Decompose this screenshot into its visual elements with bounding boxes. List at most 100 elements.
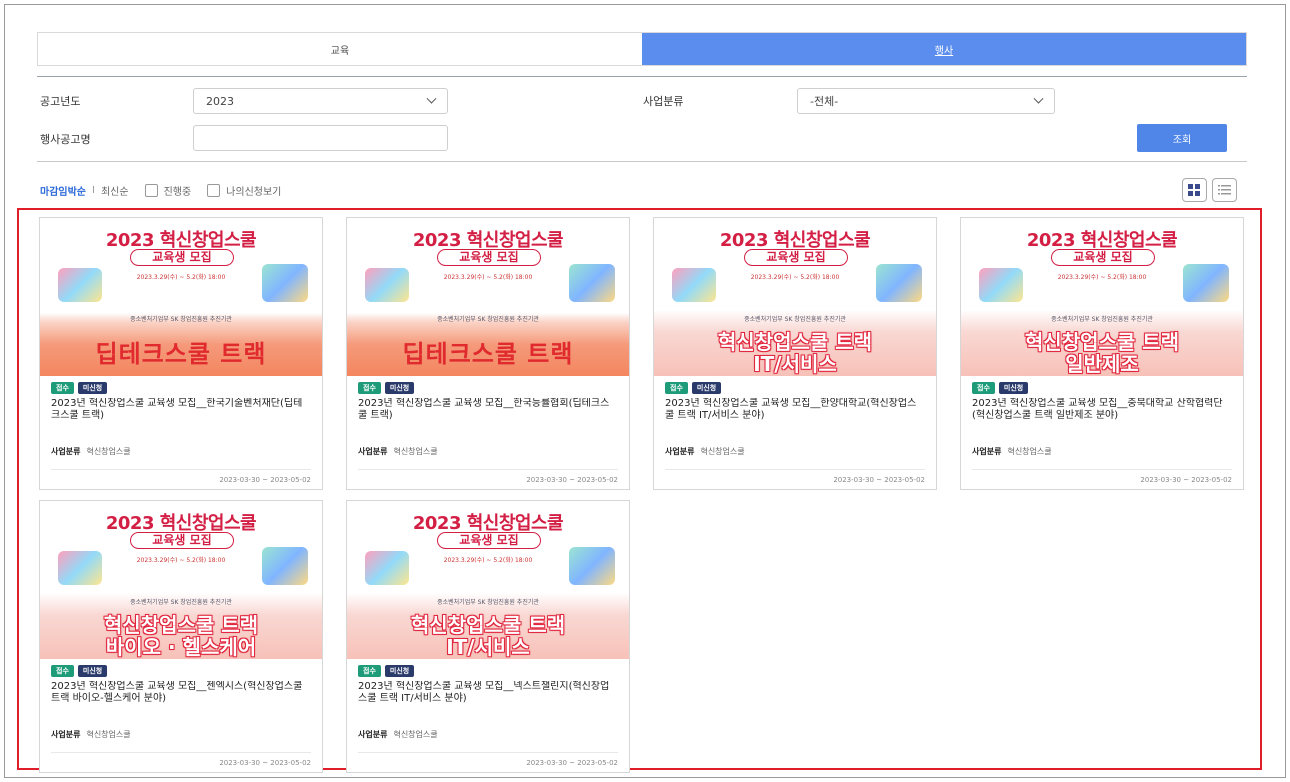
poster-subline: 교육생 모집 bbox=[437, 532, 541, 549]
poster-illustration bbox=[979, 268, 1023, 302]
poster-track-sub: 바이오 · 헬스케어 bbox=[105, 635, 257, 659]
event-name-label: 행사공고명 bbox=[40, 133, 91, 146]
card-category-label: 사업분류 bbox=[358, 447, 388, 456]
grid-view-button[interactable] bbox=[1182, 178, 1207, 202]
card-category-value: 혁신창업스쿨 bbox=[1007, 447, 1052, 456]
chevron-down-icon bbox=[426, 93, 437, 104]
poster-image: 2023 혁신창업스쿨 교육생 모집 2023.3.29(수) ~ 5.2(화)… bbox=[40, 501, 322, 659]
application-badge: 미신청 bbox=[384, 665, 415, 677]
poster-subline: 교육생 모집 bbox=[744, 249, 848, 266]
poster-illustration bbox=[365, 551, 409, 585]
card-category-value: 혁신창업스쿨 bbox=[393, 447, 438, 456]
application-badge: 미신청 bbox=[77, 665, 108, 677]
card-category-label: 사업분류 bbox=[665, 447, 695, 456]
poster-image: 2023 혁신창업스쿨 교육생 모집 2023.3.29(수) ~ 5.2(화)… bbox=[347, 501, 629, 659]
sort-bar: 마감임박순 I 최신순 진행중 나의신청보기 bbox=[40, 183, 281, 198]
search-button[interactable]: 조회 bbox=[1137, 124, 1227, 152]
card-period: 2023-03-30 ~ 2023-05-02 bbox=[972, 469, 1232, 489]
application-badge: 미신청 bbox=[998, 382, 1029, 394]
card-category-value: 혁신창업스쿨 bbox=[86, 730, 131, 739]
poster-illustration bbox=[876, 264, 922, 302]
event-card[interactable]: 2023 혁신창업스쿨 교육생 모집 2023.3.29(수) ~ 5.2(화)… bbox=[653, 217, 937, 490]
sort-deadline[interactable]: 마감임박순 bbox=[40, 183, 86, 198]
card-title: 2023년 혁신창업스쿨 교육생 모집__충북대학교 산학협력단(혁신창업스쿨 … bbox=[972, 398, 1223, 421]
poster-track-sub: IT/서비스 bbox=[753, 352, 837, 376]
poster-subline: 교육생 모집 bbox=[130, 532, 234, 549]
checkbox-icon bbox=[144, 184, 158, 197]
card-category: 사업분류 혁신창업스쿨 bbox=[972, 446, 1232, 457]
grid-icon bbox=[1188, 183, 1200, 196]
card-category-value: 혁신창업스쿨 bbox=[700, 447, 745, 456]
year-select[interactable]: 2023 bbox=[193, 88, 448, 114]
list-icon bbox=[1218, 185, 1231, 195]
category-tabs: 교육 행사 bbox=[37, 32, 1247, 66]
poster-logos: 중소벤처기업부 SK 창업진흥원 추진기관 bbox=[130, 599, 232, 606]
event-card[interactable]: 2023 혁신창업스쿨 교육생 모집 2023.3.29(수) ~ 5.2(화)… bbox=[346, 217, 630, 490]
my-applications-checkbox[interactable]: 나의신청보기 bbox=[207, 183, 281, 198]
results-grid: 2023 혁신창업스쿨 교육생 모집 2023.3.29(수) ~ 5.2(화)… bbox=[17, 208, 1262, 773]
filter-divider bbox=[37, 161, 1247, 162]
card-category: 사업분류 혁신창업스쿨 bbox=[358, 729, 618, 740]
poster-track-sub: 일반제조 bbox=[1065, 352, 1139, 376]
checkbox-icon bbox=[207, 184, 221, 197]
poster-subline: 교육생 모집 bbox=[437, 249, 541, 266]
card-category-label: 사업분류 bbox=[358, 730, 388, 739]
poster-illustration bbox=[58, 268, 102, 302]
poster-illustration bbox=[569, 547, 615, 585]
card-category-label: 사업분류 bbox=[51, 447, 81, 456]
status-badge: 접수 bbox=[51, 665, 74, 677]
application-badge: 미신청 bbox=[384, 382, 415, 394]
card-category: 사업분류 혁신창업스쿨 bbox=[358, 446, 618, 457]
card-category: 사업분류 혁신창업스쿨 bbox=[51, 729, 311, 740]
poster-illustration bbox=[365, 268, 409, 302]
chevron-down-icon bbox=[1033, 93, 1044, 104]
poster-illustration bbox=[1183, 264, 1229, 302]
poster-logos: 중소벤처기업부 SK 창업진흥원 추진기관 bbox=[437, 316, 539, 323]
poster-logos: 중소벤처기업부 SK 창업진흥원 추진기관 bbox=[437, 599, 539, 606]
card-title: 2023년 혁신창업스쿨 교육생 모집__넥스트챌린지(혁신창업스쿨 트랙 IT… bbox=[358, 681, 610, 704]
poster-image: 2023 혁신창업스쿨 교육생 모집 2023.3.29(수) ~ 5.2(화)… bbox=[654, 218, 936, 376]
card-title: 2023년 혁신창업스쿨 교육생 모집__한국능률협회(딥테크스쿨 트랙) bbox=[358, 398, 610, 421]
poster-subline: 교육생 모집 bbox=[130, 249, 234, 266]
card-title: 2023년 혁신창업스쿨 교육생 모집__한국기술벤처재단(딥테크스쿨 트랙) bbox=[51, 398, 303, 421]
card-title: 2023년 혁신창업스쿨 교육생 모집__한양대학교(혁신창업스쿨 트랙 IT/… bbox=[665, 398, 917, 421]
card-period: 2023-03-30 ~ 2023-05-02 bbox=[51, 469, 311, 489]
event-card[interactable]: 2023 혁신창업스쿨 교육생 모집 2023.3.29(수) ~ 5.2(화)… bbox=[960, 217, 1244, 490]
year-label: 공고년도 bbox=[40, 95, 81, 108]
card-category-label: 사업분류 bbox=[51, 730, 81, 739]
poster-image: 2023 혁신창업스쿨 교육생 모집 2023.3.29(수) ~ 5.2(화)… bbox=[40, 218, 322, 376]
event-name-input[interactable] bbox=[193, 125, 448, 151]
poster-image: 2023 혁신창업스쿨 교육생 모집 2023.3.29(수) ~ 5.2(화)… bbox=[347, 218, 629, 376]
event-card[interactable]: 2023 혁신창업스쿨 교육생 모집 2023.3.29(수) ~ 5.2(화)… bbox=[39, 217, 323, 490]
event-card[interactable]: 2023 혁신창업스쿨 교육생 모집 2023.3.29(수) ~ 5.2(화)… bbox=[39, 500, 323, 773]
poster-illustration bbox=[672, 268, 716, 302]
card-period: 2023-03-30 ~ 2023-05-02 bbox=[51, 752, 311, 772]
card-category-label: 사업분류 bbox=[972, 447, 1002, 456]
card-period: 2023-03-30 ~ 2023-05-02 bbox=[665, 469, 925, 489]
status-badge: 접수 bbox=[51, 382, 74, 394]
tab-divider bbox=[37, 76, 1247, 77]
poster-subline: 교육생 모집 bbox=[1051, 249, 1155, 266]
poster-track: 딥테크스쿨 트랙 bbox=[95, 340, 267, 368]
list-view-button[interactable] bbox=[1212, 178, 1237, 202]
poster-illustration bbox=[569, 264, 615, 302]
category-select-value: -전체- bbox=[810, 95, 839, 108]
event-card[interactable]: 2023 혁신창업스쿨 교육생 모집 2023.3.29(수) ~ 5.2(화)… bbox=[346, 500, 630, 773]
card-category-value: 혁신창업스쿨 bbox=[86, 447, 131, 456]
status-badge: 접수 bbox=[358, 382, 381, 394]
tab-education[interactable]: 교육 bbox=[38, 33, 642, 65]
poster-logos: 중소벤처기업부 SK 창업진흥원 추진기관 bbox=[1051, 316, 1153, 323]
category-select[interactable]: -전체- bbox=[797, 88, 1055, 114]
in-progress-checkbox[interactable]: 진행중 bbox=[144, 183, 192, 198]
in-progress-label: 진행중 bbox=[163, 187, 192, 198]
status-badge: 접수 bbox=[665, 382, 688, 394]
card-period: 2023-03-30 ~ 2023-05-02 bbox=[358, 752, 618, 772]
card-category-value: 혁신창업스쿨 bbox=[393, 730, 438, 739]
tab-event[interactable]: 행사 bbox=[642, 33, 1246, 65]
poster-logos: 중소벤처기업부 SK 창업진흥원 추진기관 bbox=[744, 316, 846, 323]
sort-separator: I bbox=[92, 185, 95, 196]
category-label: 사업분류 bbox=[643, 95, 684, 108]
poster-illustration bbox=[58, 551, 102, 585]
sort-latest[interactable]: 최신순 bbox=[101, 183, 129, 198]
poster-image: 2023 혁신창업스쿨 교육생 모집 2023.3.29(수) ~ 5.2(화)… bbox=[961, 218, 1243, 376]
